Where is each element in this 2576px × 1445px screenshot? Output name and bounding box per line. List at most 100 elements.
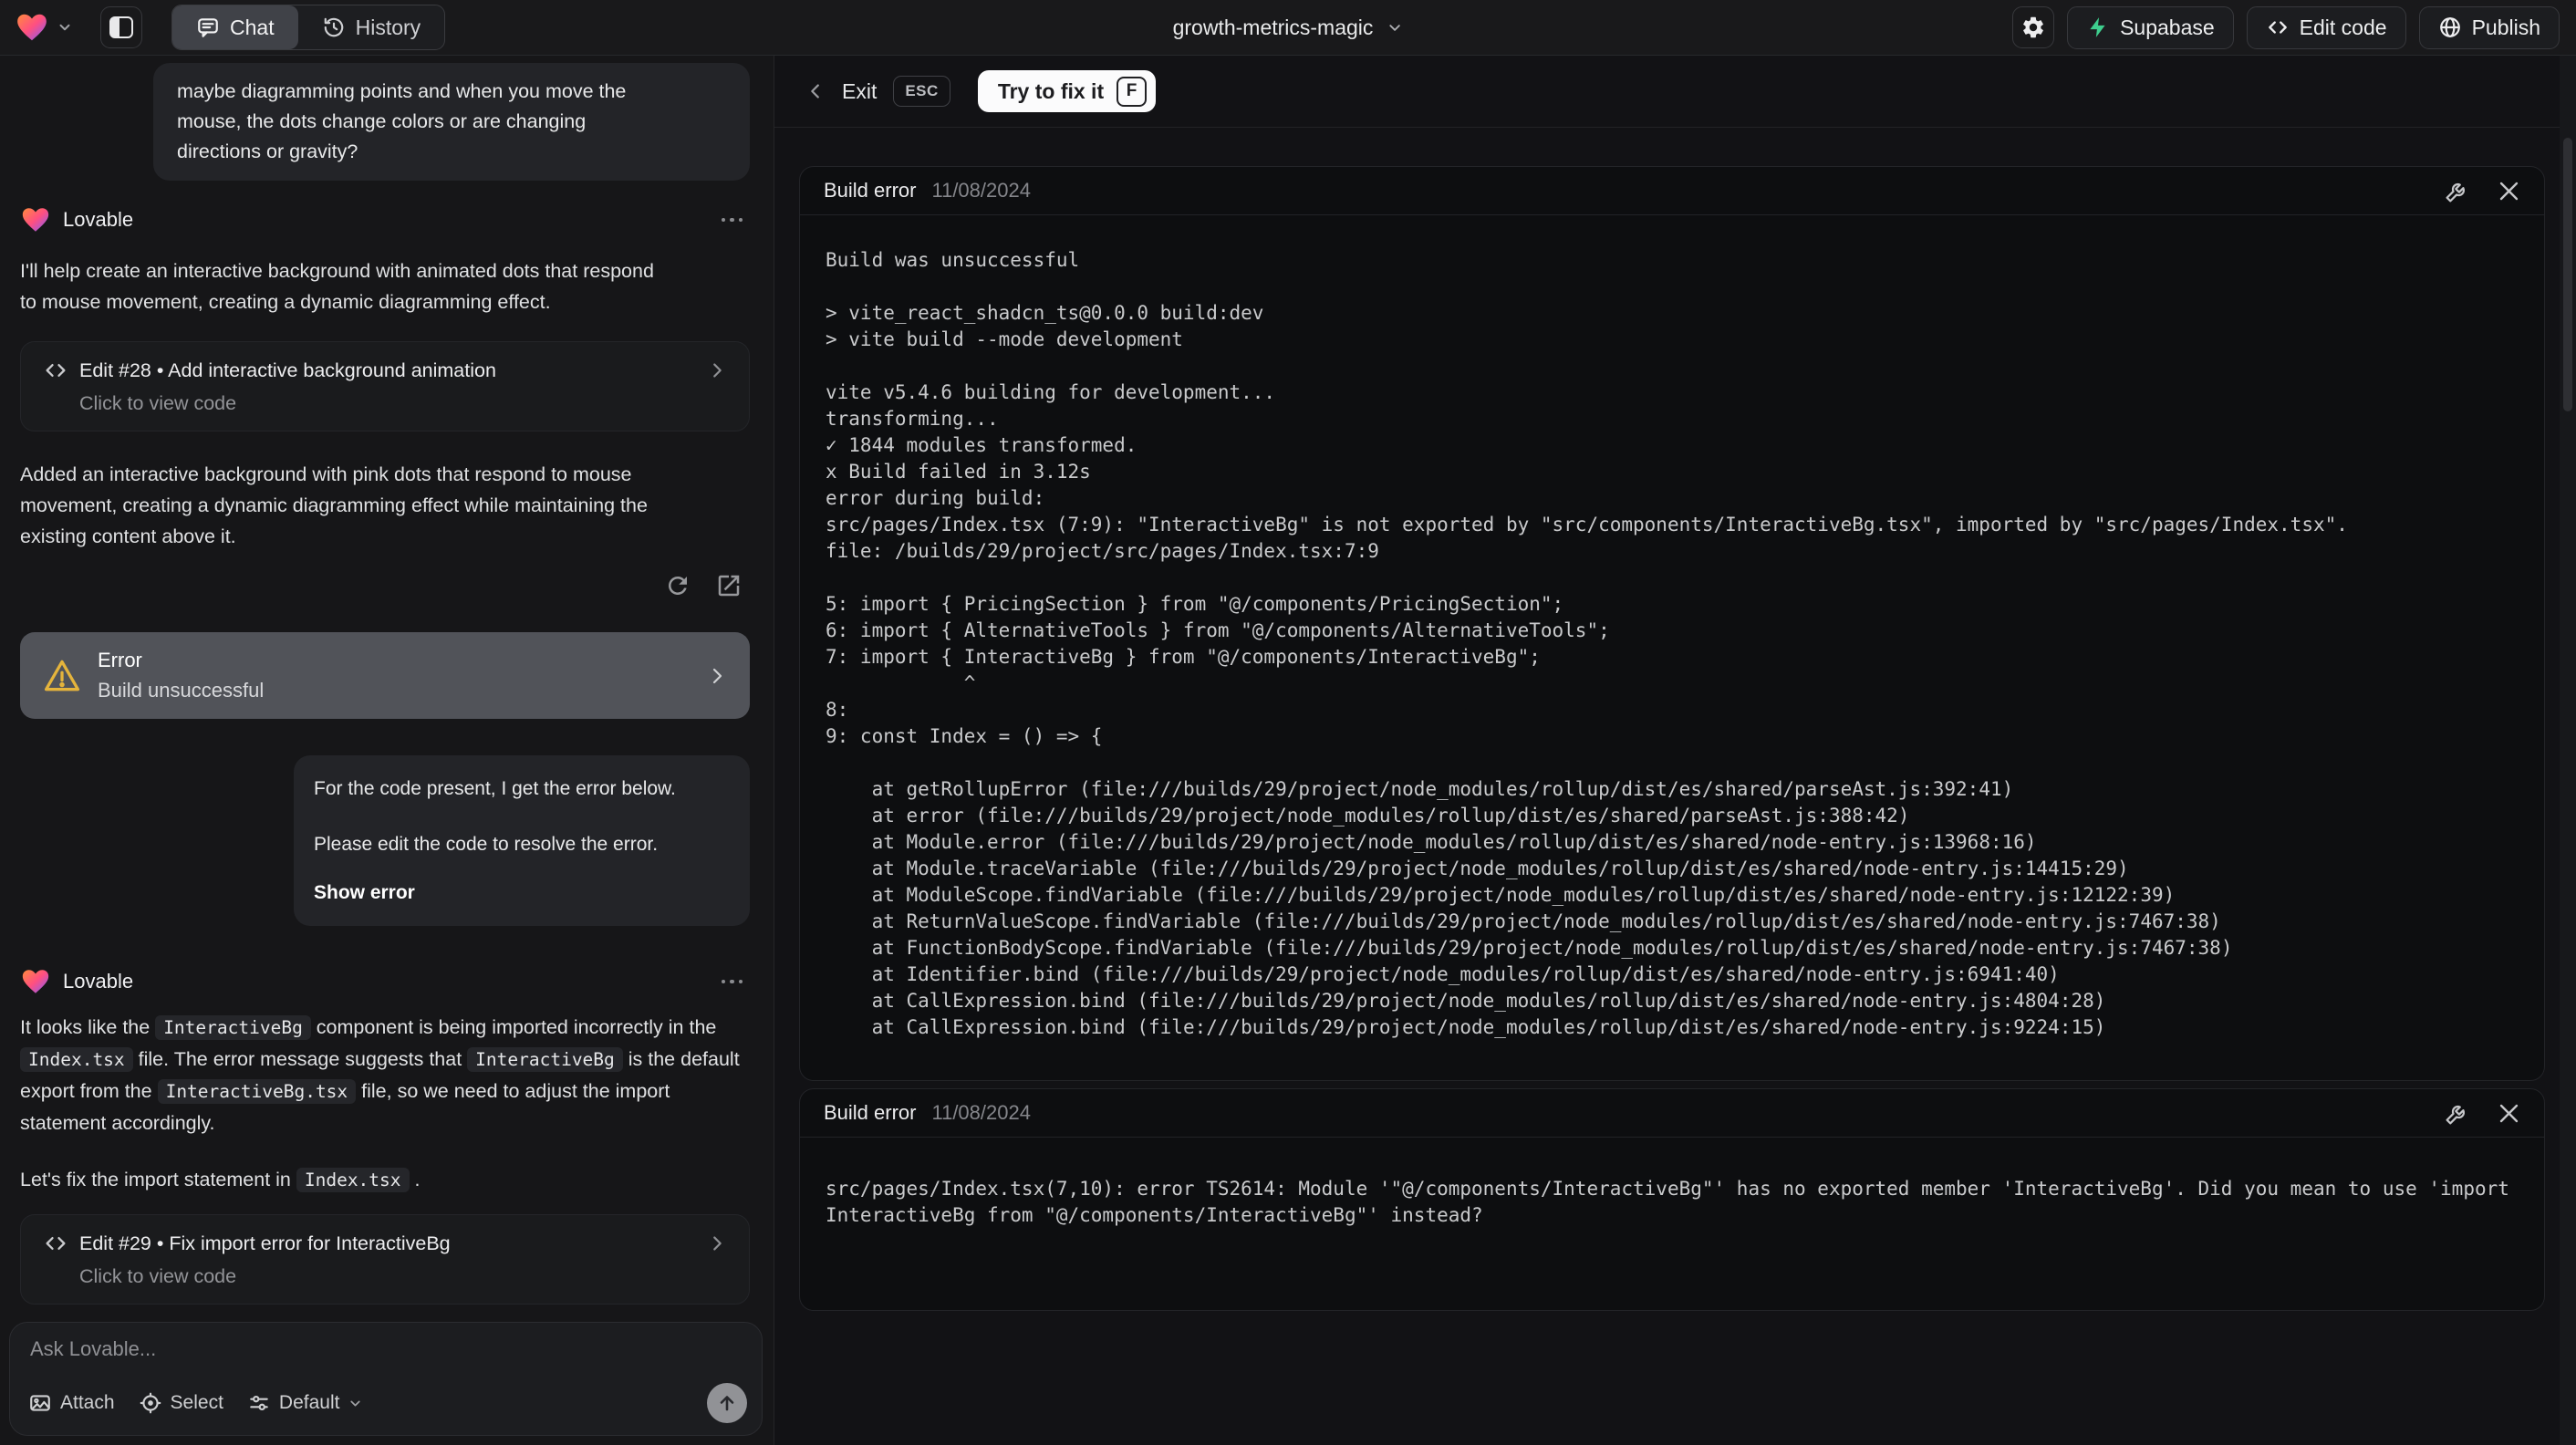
user-message: maybe diagramming points and when you mo…	[153, 63, 750, 181]
select-label: Select	[170, 1392, 223, 1413]
edit-card-title: Edit #29 • Fix import error for Interact…	[79, 1232, 451, 1254]
publish-button[interactable]: Publish	[2418, 5, 2560, 49]
supabase-label: Supabase	[2120, 15, 2215, 39]
attach-label: Attach	[60, 1392, 115, 1413]
lovable-heart-icon	[15, 10, 49, 45]
edit-card-28[interactable]: Edit #28 • Add interactive background an…	[20, 341, 750, 431]
inline-code: InteractiveBg.tsx	[157, 1079, 357, 1104]
warning-triangle-icon	[42, 656, 82, 696]
refresh-icon[interactable]	[664, 572, 691, 599]
assistant-paragraph: Let's fix the import statement in Index.…	[20, 1168, 421, 1192]
code-brackets-icon	[43, 1231, 68, 1256]
chat-bubble-icon	[196, 16, 220, 39]
user-message-line: For the code present, I get the error be…	[314, 778, 676, 799]
edit-card-title: Edit #28 • Add interactive background an…	[79, 359, 496, 381]
assistant-paragraph: I'll help create an interactive backgrou…	[20, 260, 654, 313]
attach-button[interactable]: Attach	[28, 1391, 115, 1415]
edit-card-subtitle: Click to view code	[79, 392, 237, 414]
select-button[interactable]: Select	[139, 1391, 223, 1415]
build-error-card[interactable]: Error Build unsuccessful	[20, 632, 750, 719]
message-tools	[20, 572, 750, 599]
assistant-paragraph: Added an interactive background with pin…	[20, 463, 648, 547]
build-log[interactable]: src/pages/Index.tsx(7,10): error TS2614:…	[800, 1138, 2544, 1229]
f-key-badge: F	[1117, 76, 1148, 107]
history-clock-icon	[322, 16, 346, 39]
assistant-header: Lovable	[20, 204, 750, 235]
globe-icon	[2438, 16, 2462, 39]
try-to-fix-button[interactable]: Try to fix it F	[977, 70, 1157, 112]
chevron-down-icon	[57, 19, 73, 36]
close-icon[interactable]	[2496, 178, 2522, 204]
supabase-button[interactable]: Supabase	[2067, 5, 2234, 49]
edit-code-label: Edit code	[2299, 15, 2387, 39]
error-card-title: Error	[98, 649, 142, 671]
project-switcher[interactable]: growth-metrics-magic	[1173, 0, 1404, 56]
esc-key-badge: ESC	[893, 76, 950, 107]
assistant-paragraph: It looks like the InteractiveBg componen…	[20, 1015, 740, 1134]
chevron-right-icon	[707, 1233, 727, 1253]
inline-code: InteractiveBg	[155, 1015, 311, 1040]
scrollbar[interactable]	[2560, 56, 2576, 1445]
more-options-icon[interactable]	[721, 217, 751, 223]
chevron-left-icon[interactable]	[805, 81, 826, 101]
inline-code: Index.tsx	[296, 1168, 410, 1192]
build-log[interactable]: Build was unsuccessful > vite_react_shad…	[800, 215, 2544, 1041]
send-button[interactable]	[707, 1383, 747, 1423]
error-overlay-panel: Exit ESC Try to fix it F Build error 11/…	[774, 56, 2576, 1445]
close-icon[interactable]	[2496, 1100, 2522, 1127]
tab-history-label: History	[355, 15, 421, 39]
open-preview-icon[interactable]	[715, 572, 743, 599]
chat-message-list[interactable]: maybe diagramming points and when you mo…	[0, 56, 774, 1445]
code-brackets-icon	[2266, 16, 2290, 39]
lovable-heart-icon	[20, 966, 51, 997]
code-brackets-icon	[43, 358, 68, 383]
ask-lovable-input[interactable]	[30, 1337, 742, 1361]
chat-panel: maybe diagramming points and when you mo…	[0, 56, 774, 1445]
sidebar-panel-icon	[109, 16, 133, 38]
error-card-subtitle: Build unsuccessful	[98, 679, 265, 702]
chevron-down-icon	[348, 1396, 363, 1411]
image-attach-icon	[28, 1391, 52, 1415]
build-error-panel-2: Build error 11/08/2024 src/pages/Index.t…	[799, 1088, 2545, 1311]
arrow-up-icon	[716, 1392, 738, 1414]
mode-dropdown[interactable]: Default	[247, 1391, 364, 1415]
supabase-bolt-icon	[2086, 16, 2110, 39]
assistant-name: Lovable	[63, 208, 134, 231]
tab-chat[interactable]: Chat	[172, 5, 298, 49]
chevron-down-icon	[1386, 19, 1403, 36]
more-options-icon[interactable]	[721, 979, 751, 984]
user-message: For the code present, I get the error be…	[294, 755, 750, 926]
settings-button[interactable]	[2012, 6, 2055, 48]
chevron-right-icon	[707, 360, 727, 380]
tab-chat-label: Chat	[230, 15, 275, 39]
project-name: growth-metrics-magic	[1172, 16, 1374, 39]
exit-button[interactable]: Exit	[842, 79, 877, 104]
target-select-icon	[139, 1391, 162, 1415]
panel-title: Build error	[824, 179, 917, 202]
sidebar-toggle-button[interactable]	[100, 6, 142, 48]
wrench-icon[interactable]	[2444, 1100, 2470, 1127]
panel-date: 11/08/2024	[931, 1101, 1031, 1124]
inline-code: InteractiveBg	[467, 1047, 623, 1072]
chevron-right-icon	[706, 665, 728, 687]
show-error-link[interactable]: Show error	[314, 878, 730, 908]
try-to-fix-label: Try to fix it	[997, 78, 1105, 103]
edit-code-button[interactable]: Edit code	[2246, 5, 2406, 49]
scrollbar-thumb[interactable]	[2563, 138, 2572, 411]
assistant-name: Lovable	[63, 970, 134, 993]
build-error-panel-1: Build error 11/08/2024 Build was unsucce…	[799, 166, 2545, 1081]
chat-history-switch: Chat History	[171, 5, 446, 50]
publish-label: Publish	[2471, 15, 2540, 39]
lovable-logo-menu[interactable]	[15, 10, 73, 45]
mode-label: Default	[278, 1392, 340, 1413]
panel-date: 11/08/2024	[931, 179, 1031, 202]
gear-icon	[2020, 15, 2046, 40]
edit-card-subtitle: Click to view code	[79, 1265, 237, 1287]
wrench-icon[interactable]	[2444, 178, 2470, 204]
tab-history[interactable]: History	[298, 5, 445, 49]
edit-card-29[interactable]: Edit #29 • Fix import error for Interact…	[20, 1214, 750, 1305]
user-message-line: Please edit the code to resolve the erro…	[314, 834, 659, 855]
top-bar: Chat History growth-metrics-magic Supaba…	[0, 0, 2576, 56]
inline-code: Index.tsx	[20, 1047, 133, 1072]
lovable-heart-icon	[20, 204, 51, 235]
